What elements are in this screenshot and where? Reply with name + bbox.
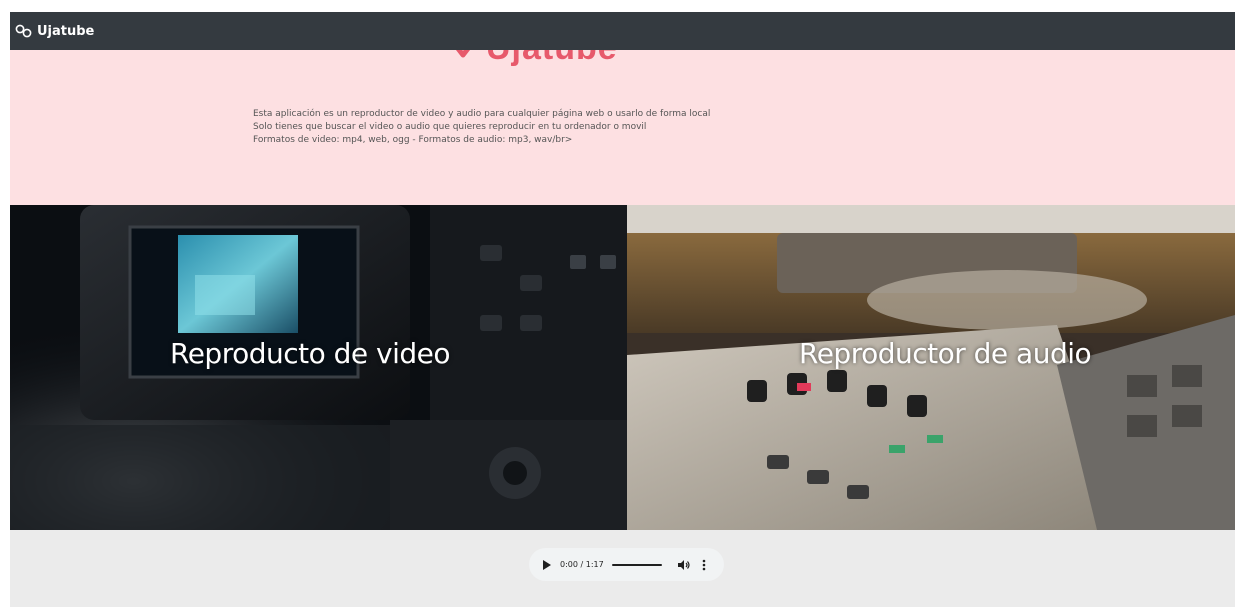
- page-frame: Ujatube Ujatube Esta aplicación es un re…: [10, 12, 1235, 607]
- audio-player[interactable]: 0:00 / 1:17: [529, 548, 724, 581]
- time-display: 0:00 / 1:17: [560, 560, 604, 569]
- audio-player-tile[interactable]: Reproductor de audio: [627, 205, 1235, 530]
- navbar: Ujatube: [10, 12, 1235, 50]
- hero-section: Ujatube Esta aplicación es un reproducto…: [10, 50, 1235, 205]
- brand-name: Ujatube: [37, 23, 95, 39]
- volume-icon[interactable]: [677, 559, 690, 570]
- audio-section: 0:00 / 1:17: [10, 530, 1235, 607]
- more-vertical-icon[interactable]: [702, 559, 706, 571]
- app-description: Esta aplicación es un reproductor de vid…: [253, 108, 710, 147]
- brand-link[interactable]: Ujatube: [10, 24, 94, 39]
- player-tiles: Reproducto de video Reproductor de audio: [10, 205, 1235, 530]
- infinity-logo-icon: [15, 24, 32, 38]
- play-icon[interactable]: [542, 559, 552, 570]
- ujatube-logo-icon: [455, 50, 471, 58]
- progress-bar[interactable]: [611, 563, 662, 566]
- description-line: Esta aplicación es un reproductor de vid…: [253, 109, 711, 119]
- hero-logo-text: Ujatube: [486, 50, 618, 65]
- video-player-tile[interactable]: Reproducto de video: [10, 205, 627, 530]
- audio-tile-label: Reproductor de audio: [799, 337, 1092, 370]
- description-line: Formatos de video: mp4, web, ogg - Forma…: [253, 135, 573, 145]
- video-tile-label: Reproducto de video: [170, 337, 451, 370]
- hero-logo: Ujatube: [450, 50, 618, 65]
- description-line: Solo tienes que buscar el video o audio …: [253, 122, 647, 132]
